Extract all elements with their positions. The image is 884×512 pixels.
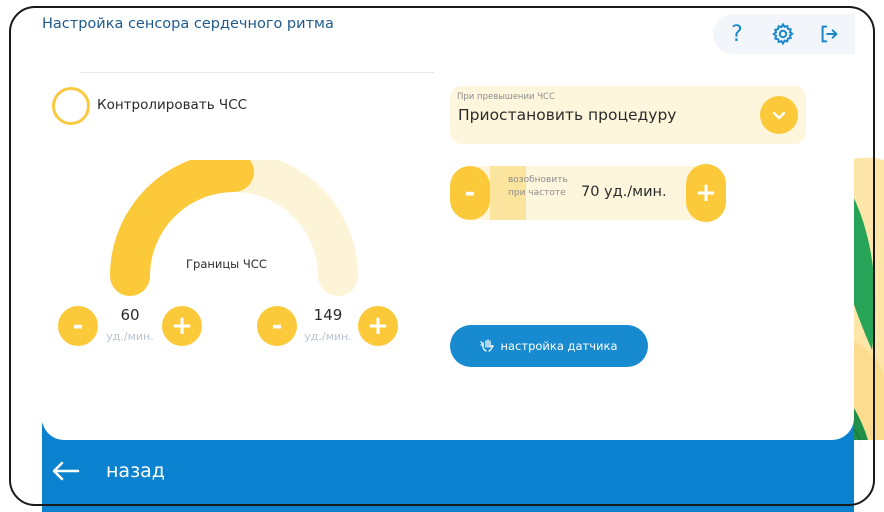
resume-rate-control: - возобновить при частоте 70 уд./мин. + — [450, 164, 726, 222]
chevron-down-icon[interactable] — [760, 96, 798, 134]
back-label: назад — [106, 460, 165, 482]
monitor-hr-label: Контролировать ЧСС — [97, 97, 248, 113]
gauge-label: Границы ЧСС — [186, 257, 267, 271]
upper-plus-button[interactable]: + — [358, 306, 398, 346]
arrow-left-icon — [52, 461, 80, 481]
upper-value: 149 — [313, 306, 343, 324]
top-actions: ? — [713, 14, 855, 54]
gear-icon — [772, 22, 794, 46]
hr-range-gauge — [110, 160, 358, 296]
sensor-settings-button[interactable]: настройка датчика — [450, 325, 648, 367]
back-button[interactable]: назад — [52, 460, 165, 482]
lower-minus-button[interactable]: - — [58, 306, 98, 346]
resume-plus-button[interactable]: + — [686, 164, 726, 222]
logout-button[interactable] — [815, 20, 843, 48]
hand-wave-icon — [480, 339, 495, 352]
lower-value: 60 — [120, 306, 140, 324]
resume-minus-button[interactable]: - — [450, 166, 490, 220]
resume-value: 70 уд./мин. — [581, 184, 667, 200]
upper-unit: уд./мин. — [304, 330, 352, 343]
monitor-hr-checkbox[interactable] — [52, 87, 90, 125]
page-title: Настройка сенсора сердечного ритма — [42, 16, 334, 32]
lower-unit: уд./мин. — [106, 330, 154, 343]
help-button[interactable]: ? — [723, 20, 751, 48]
lower-plus-button[interactable]: + — [162, 306, 202, 346]
on-exceed-caption: При превышении ЧСС — [457, 92, 555, 102]
resume-label: возобновить при частоте — [508, 175, 568, 198]
sensor-settings-label: настройка датчика — [500, 339, 618, 353]
logout-icon — [821, 25, 838, 43]
on-exceed-value: Приостановить процедуру — [458, 106, 677, 124]
question-icon: ? — [731, 21, 743, 47]
divider — [80, 72, 434, 73]
upper-minus-button[interactable]: - — [257, 306, 297, 346]
on-exceed-select[interactable]: При превышении ЧСС Приостановить процеду… — [450, 86, 806, 144]
settings-button[interactable] — [769, 20, 797, 48]
